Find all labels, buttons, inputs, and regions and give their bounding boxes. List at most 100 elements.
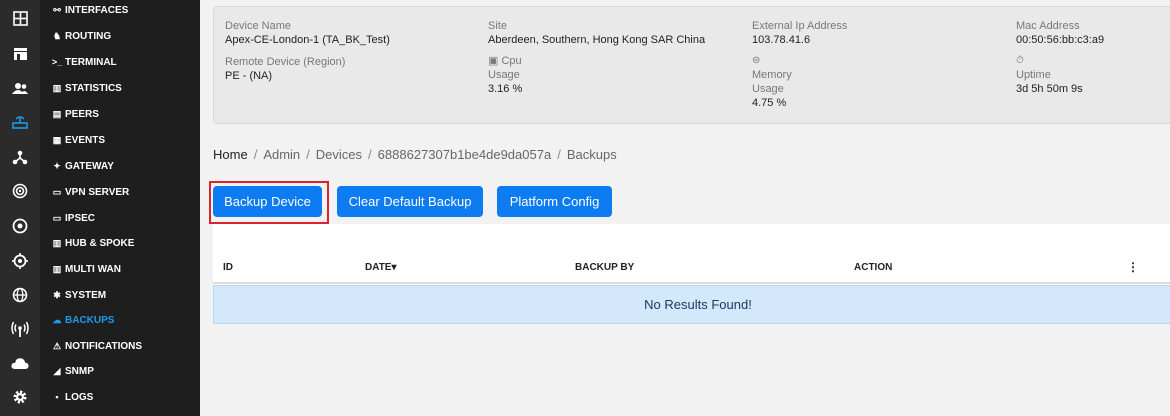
breadcrumb-backups: Backups xyxy=(566,147,617,162)
column-header-id[interactable]: ID xyxy=(223,262,233,273)
store-icon[interactable] xyxy=(0,41,40,67)
peers-icon: ▤ xyxy=(52,108,62,119)
cpu-icon: ▣ xyxy=(488,55,499,67)
cpu-label-row: ▣ Cpu xyxy=(488,54,705,68)
clear-default-backup-button[interactable]: Clear Default Backup xyxy=(337,186,483,217)
menu-item-snmp[interactable]: ◢ SNMP xyxy=(40,360,200,382)
breadcrumb-device-id[interactable]: 6888627307b1be4de9da057a xyxy=(378,147,552,162)
menu-item-label: BACKUPS xyxy=(65,314,115,326)
memory-icon: ⊜ xyxy=(752,55,761,66)
sort-desc-icon: ▾ xyxy=(391,262,397,273)
menu-item-label: EVENTS xyxy=(65,134,106,146)
menu-item-label: LOGS xyxy=(65,391,94,403)
menu-item-statistics[interactable]: ▥ STATISTICS xyxy=(40,77,200,99)
column-header-date-label: DATE xyxy=(365,262,392,273)
ipsec-icon: ▭ xyxy=(52,212,62,223)
network-icon[interactable] xyxy=(0,144,40,170)
hub-icon: ▥ xyxy=(52,237,62,248)
bell-icon: ⚠ xyxy=(52,340,62,351)
cloud-icon[interactable] xyxy=(0,350,40,376)
menu-item-events[interactable]: ▦ EVENTS xyxy=(40,129,200,151)
gateway-icon: ✦ xyxy=(53,160,61,171)
bar-chart-icon: ▥ xyxy=(52,82,62,93)
header-divider xyxy=(213,282,1170,284)
device-info-card: Device Name Apex-CE-London-1 (TA_BK_Test… xyxy=(213,6,1170,124)
device-name-column: Device Name Apex-CE-London-1 (TA_BK_Test… xyxy=(225,19,390,84)
globe-icon[interactable] xyxy=(0,282,40,308)
radar-icon[interactable] xyxy=(0,178,40,204)
breadcrumb-home[interactable]: Home xyxy=(213,147,248,162)
menu-item-label: IPSEC xyxy=(65,212,96,224)
device-name-value: Apex-CE-London-1 (TA_BK_Test) xyxy=(225,34,390,46)
logs-icon: ▪ xyxy=(55,392,59,402)
server-icon: ▭ xyxy=(52,186,62,197)
wan-icon: ▥ xyxy=(52,263,62,274)
menu-item-label: NOTIFICATIONS xyxy=(65,340,143,352)
menu-item-label: HUB & SPOKE xyxy=(65,237,135,249)
cpu-label: Cpu xyxy=(501,55,522,67)
menu-item-gateway[interactable]: ✦ GATEWAY xyxy=(40,155,200,177)
menu-item-peers[interactable]: ▤ PEERS xyxy=(40,103,200,125)
menu-item-system[interactable]: ✱ SYSTEM xyxy=(40,284,200,306)
menu-item-notifications[interactable]: ⚠ NOTIFICATIONS xyxy=(40,335,200,357)
gear-icon[interactable] xyxy=(0,384,40,410)
column-header-action[interactable]: ACTION xyxy=(854,262,892,273)
breadcrumb-devices[interactable]: Devices xyxy=(316,147,362,162)
menu-item-backups[interactable]: ☁ BACKUPS xyxy=(40,309,200,331)
menu-item-label: INTERFACES xyxy=(65,4,129,16)
menu-item-interfaces[interactable]: ⚯ INTERFACES xyxy=(40,0,200,21)
menu-item-terminal[interactable]: >_ TERMINAL xyxy=(40,51,200,73)
menu-item-label: TERMINAL xyxy=(65,56,117,68)
mac-address-value: 00:50:56:bb:c3:a9 xyxy=(1016,34,1105,46)
grid-icon[interactable] xyxy=(0,5,40,31)
remote-device-value: PE - (NA) xyxy=(225,70,273,82)
platform-config-button[interactable]: Platform Config xyxy=(497,186,612,217)
uptime-value: 3d 5h 50m 9s xyxy=(1016,83,1083,95)
cpu-usage-value: 3.16 % xyxy=(488,83,523,95)
main-content: Device Name Apex-CE-London-1 (TA_BK_Test… xyxy=(200,0,1170,416)
users-icon[interactable] xyxy=(0,75,40,101)
device-name-label: Device Name xyxy=(225,20,292,32)
memory-label: Memory xyxy=(752,69,792,81)
uptime-label: Uptime xyxy=(1016,69,1051,81)
menu-item-hub-spoke[interactable]: ▥ HUB & SPOKE xyxy=(40,232,200,254)
cog-icon: ✱ xyxy=(53,289,61,300)
menu-item-label: STATISTICS xyxy=(65,82,122,94)
column-header-backup-by[interactable]: BACKUP BY xyxy=(575,262,634,273)
router-icon[interactable] xyxy=(0,110,40,136)
menu-item-multi-wan[interactable]: ▥ MULTI WAN xyxy=(40,258,200,280)
target-icon[interactable] xyxy=(0,213,40,239)
antenna-icon[interactable] xyxy=(0,316,40,342)
calendar-icon: ▦ xyxy=(52,134,62,145)
cpu-usage-label: Usage xyxy=(488,69,520,81)
menu-item-label: GATEWAY xyxy=(65,160,114,172)
site-column: Site Aberdeen, Southern, Hong Kong SAR C… xyxy=(488,19,705,97)
more-options-icon[interactable]: ⋮ xyxy=(1127,260,1139,274)
menu-item-label: PEERS xyxy=(65,108,99,120)
menu-item-vpn-server[interactable]: ▭ VPN SERVER xyxy=(40,181,200,203)
site-label: Site xyxy=(488,20,507,32)
menu-item-label: SYSTEM xyxy=(65,289,107,301)
memory-usage-label: Usage xyxy=(752,83,784,95)
mac-column: Mac Address 00:50:56:bb:c3:a9 ⏱ Uptime 3… xyxy=(1016,19,1104,97)
memory-usage-value: 4.75 % xyxy=(752,97,787,109)
breadcrumb: Home / Admin / Devices/6888627307b1be4de9da0… xyxy=(213,147,617,162)
terminal-icon: >_ xyxy=(51,57,63,67)
menu-item-routing[interactable]: ♞ ROUTING xyxy=(40,25,200,47)
mac-address-label: Mac Address xyxy=(1016,20,1080,32)
external-ip-value: 103.78.41.6 xyxy=(752,34,811,46)
crosshair-icon[interactable] xyxy=(0,248,40,274)
column-header-date[interactable]: DATE▾ xyxy=(365,262,397,273)
backup-device-button[interactable]: Backup Device xyxy=(213,186,322,217)
breadcrumb-admin[interactable]: Admin xyxy=(263,147,300,162)
backups-table: ID DATE▾ BACKUP BY ACTION ⋮ No Results F… xyxy=(213,224,1170,324)
site-value: Aberdeen, Southern, Hong Kong SAR China xyxy=(488,34,706,46)
menu-item-label: SNMP xyxy=(65,365,94,377)
icon-rail xyxy=(0,0,40,416)
device-submenu: ⚯ INTERFACES ♞ ROUTING >_ TERMINAL ▥ STATIST… xyxy=(40,0,200,416)
menu-item-logs[interactable]: ▪ LOGS xyxy=(40,386,200,408)
menu-item-label: MULTI WAN xyxy=(65,263,121,275)
empty-state-row: No Results Found! xyxy=(213,285,1170,324)
menu-item-ipsec[interactable]: ▭ IPSEC xyxy=(40,207,200,229)
cloud-upload-icon: ☁ xyxy=(52,314,62,325)
